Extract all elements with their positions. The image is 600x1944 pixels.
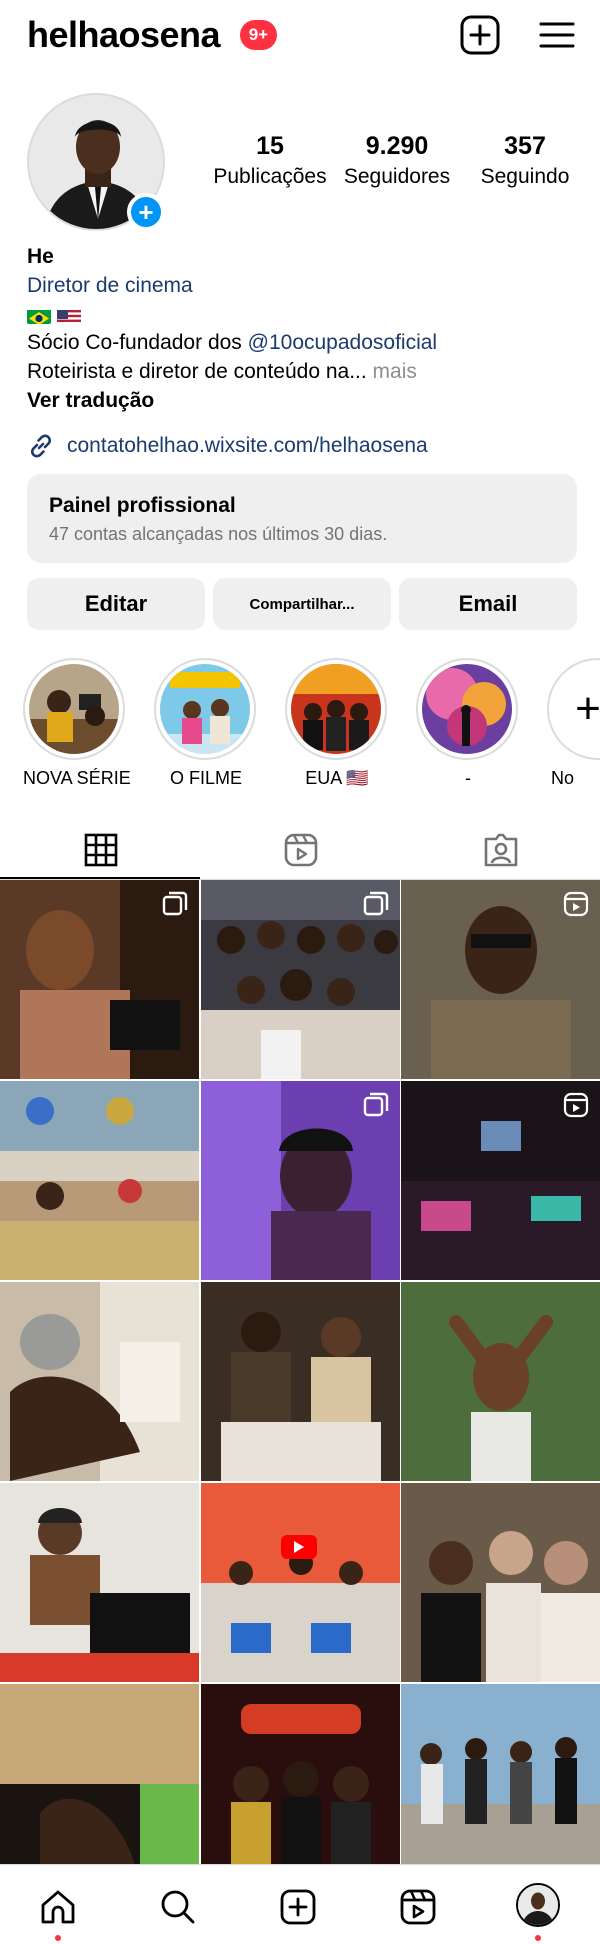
profile-link[interactable]: contatohelhao.wixsite.com/helhaosena	[27, 431, 428, 461]
highlight-label: O FILME	[169, 768, 242, 788]
highlight-new[interactable]: + No	[547, 658, 600, 789]
bio-text-2: Roteirista e diretor de conteúdo na...	[27, 360, 367, 384]
add-highlight-icon: +	[575, 684, 600, 733]
stat-following-value: 357	[504, 132, 546, 160]
bio-line-2: Roteirista e diretor de conteúdo na... m…	[27, 358, 577, 387]
highlight-cover	[29, 664, 119, 754]
reel-icon	[563, 891, 589, 917]
post-thumbnail[interactable]	[0, 1282, 199, 1481]
post-thumbnail[interactable]	[401, 1081, 600, 1280]
reels-tab-icon[interactable]	[281, 830, 321, 870]
stat-followers-value: 9.290	[365, 132, 429, 160]
stat-posts[interactable]: 15 Publicações	[210, 132, 330, 189]
stat-followers-label: Seguidores	[343, 165, 451, 188]
post-thumbnail[interactable]	[200, 1483, 400, 1682]
highlight-eua[interactable]: EUA 🇺🇸	[285, 658, 389, 789]
highlight-cover	[160, 664, 250, 754]
username[interactable]: helhaosena	[27, 14, 221, 56]
edit-profile-button[interactable]: Editar	[27, 578, 205, 630]
notification-badge[interactable]: 9+	[240, 20, 277, 50]
bio-mention-link[interactable]: @10ocupadosoficial	[248, 331, 437, 354]
pro-panel-subtitle: 47 contas alcançadas nos últimos 30 dias…	[49, 524, 388, 544]
highlight-dash[interactable]: -	[416, 658, 520, 789]
post-thumbnail[interactable]	[200, 1081, 400, 1280]
stat-following-label: Seguindo	[480, 165, 570, 188]
post-thumbnail[interactable]	[401, 1684, 600, 1883]
create-icon[interactable]	[278, 1887, 318, 1927]
bottom-navigation	[0, 1864, 600, 1944]
home-notification-dot	[55, 1935, 61, 1941]
profile-tabs	[0, 820, 600, 880]
highlight-cover	[291, 664, 381, 754]
profile-nav-avatar[interactable]	[516, 1883, 560, 1927]
post-thumbnail[interactable]	[0, 1081, 199, 1280]
profile-category[interactable]: Diretor de cinema	[27, 272, 577, 301]
share-profile-button[interactable]: Compartilhar...	[213, 578, 391, 630]
highlight-nova-serie[interactable]: NOVA SÉRIE	[23, 658, 131, 789]
add-story-button[interactable]: +	[127, 193, 165, 231]
reels-icon[interactable]	[398, 1887, 438, 1927]
highlight-label: No	[551, 768, 575, 788]
email-button[interactable]: Email	[399, 578, 577, 630]
post-thumbnail[interactable]	[200, 1684, 400, 1883]
profile-bio: He Diretor de cinema Sócio Co-fundador d…	[27, 243, 577, 416]
pro-panel-title: Painel profissional	[49, 494, 236, 517]
bio-line-1: Sócio Co-fundador dos @10ocupadosoficial	[27, 329, 577, 358]
highlight-label: -	[465, 768, 471, 788]
profile-notification-dot	[535, 1935, 541, 1941]
menu-icon[interactable]	[536, 14, 578, 56]
professional-dashboard[interactable]: Painel profissional 47 contas alcançadas…	[27, 474, 577, 563]
translate-link[interactable]: Ver tradução	[27, 387, 577, 416]
display-name: He	[27, 245, 54, 268]
highlight-label: NOVA SÉRIE	[23, 768, 131, 788]
stat-following[interactable]: 357 Seguindo	[474, 132, 576, 189]
post-thumbnail[interactable]	[200, 880, 400, 1079]
highlight-label: EUA 🇺🇸	[305, 768, 369, 788]
stat-followers[interactable]: 9.290 Seguidores	[336, 132, 458, 189]
post-thumbnail[interactable]	[401, 880, 600, 1079]
highlight-cover	[422, 664, 512, 754]
carousel-icon	[363, 891, 388, 916]
post-thumbnail[interactable]	[0, 880, 199, 1079]
post-thumbnail[interactable]	[401, 1483, 600, 1682]
highlight-o-filme[interactable]: O FILME	[154, 658, 258, 789]
reel-icon	[563, 1092, 589, 1118]
carousel-icon	[363, 1092, 388, 1117]
add-post-icon[interactable]	[459, 14, 501, 56]
stat-posts-label: Publicações	[213, 165, 327, 188]
post-thumbnail[interactable]	[0, 1684, 199, 1883]
profile-header: helhaosena 9+	[0, 0, 600, 70]
brazil-flag-icon	[27, 307, 51, 324]
carousel-icon	[162, 891, 188, 916]
profile-link-text[interactable]: contatohelhao.wixsite.com/helhaosena	[67, 434, 428, 458]
usa-flag-icon	[57, 307, 81, 324]
post-thumbnail[interactable]	[200, 1282, 400, 1481]
flags-line	[27, 301, 577, 330]
post-thumbnail[interactable]	[401, 1282, 600, 1481]
tagged-icon[interactable]	[481, 830, 521, 870]
post-thumbnail[interactable]	[0, 1483, 199, 1682]
bio-text-1: Sócio Co-fundador dos	[27, 331, 248, 355]
posts-grid	[0, 880, 600, 1883]
stat-posts-value: 15	[256, 132, 284, 160]
grid-icon[interactable]	[81, 830, 121, 870]
home-icon[interactable]	[38, 1887, 78, 1927]
search-icon[interactable]	[158, 1887, 198, 1927]
link-icon	[31, 434, 51, 458]
bio-more-link[interactable]: mais	[367, 360, 417, 383]
active-tab-indicator	[0, 877, 200, 879]
